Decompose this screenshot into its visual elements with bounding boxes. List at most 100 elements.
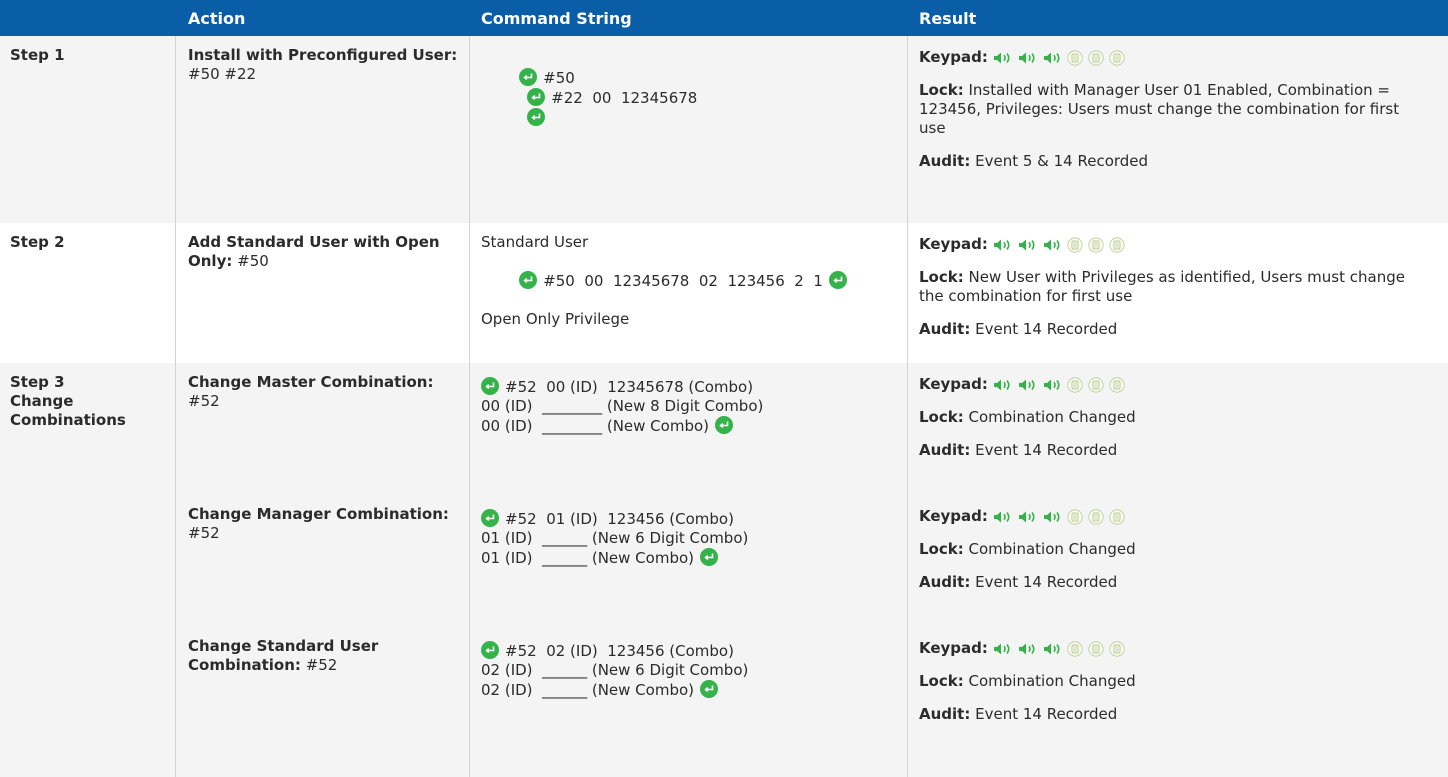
command-line: #52 02 (ID) 123456 (Combo) bbox=[505, 642, 734, 660]
sub-command: #52 02 (ID) 123456 (Combo) 02 (ID) _____… bbox=[481, 641, 907, 700]
command-cell: #52 00 (ID) 12345678 (Combo) 00 (ID) ___… bbox=[470, 363, 908, 777]
action-cell: Add Standard User with Open Only: #50 bbox=[176, 223, 470, 363]
audit-label: Audit: bbox=[919, 441, 971, 459]
sub-action: Change Manager Combination: #52 bbox=[188, 505, 469, 637]
enter-key-icon bbox=[481, 377, 499, 395]
command-line: 02 (ID) ______ (New 6 Digit Combo) bbox=[481, 661, 749, 679]
command-note: Open Only Privilege bbox=[481, 310, 630, 328]
lock-label: Lock: bbox=[919, 672, 964, 690]
speaker-beep-icon bbox=[1042, 510, 1064, 524]
enter-key-icon bbox=[481, 641, 499, 659]
step-label: Step 2 bbox=[0, 223, 176, 363]
keypad-label: Keypad: bbox=[919, 639, 988, 657]
command-line: 02 (ID) ______ (New Combo) bbox=[481, 681, 694, 699]
keypad-result: Keypad: bbox=[919, 48, 1408, 67]
command-line: 01 (ID) ______ (New 6 Digit Combo) bbox=[481, 529, 749, 547]
audit-label: Audit: bbox=[919, 573, 971, 591]
speaker-beep-icon bbox=[1017, 510, 1039, 524]
keypad-result: Keypad: bbox=[919, 639, 1408, 658]
command-line: #50 00 12345678 02 123456 2 1 bbox=[543, 272, 823, 290]
command-segment: #50 bbox=[543, 69, 575, 87]
lock-result: Lock: Combination Changed bbox=[919, 672, 1408, 691]
enter-key-icon bbox=[519, 271, 537, 289]
speaker-beep-icon bbox=[992, 51, 1014, 65]
keypad-label: Keypad: bbox=[919, 375, 988, 393]
lock-text: New User with Privileges as identified, … bbox=[919, 268, 1405, 305]
audit-label: Audit: bbox=[919, 152, 971, 170]
keypad-light-icon bbox=[1109, 641, 1125, 657]
keypad-light-icon bbox=[1067, 237, 1083, 253]
action-title: Change Standard User Combination: bbox=[188, 637, 379, 674]
header-action: Action bbox=[188, 8, 246, 28]
command-line: 00 (ID) ________ (New Combo) bbox=[481, 417, 709, 435]
audit-result: Audit: Event 14 Recorded bbox=[919, 705, 1408, 724]
lock-result: Lock: New User with Privileges as identi… bbox=[919, 268, 1408, 306]
audit-result: Audit: Event 14 Recorded bbox=[919, 573, 1408, 592]
sub-command: #52 00 (ID) 12345678 (Combo) 00 (ID) ___… bbox=[481, 377, 907, 509]
speaker-beep-icon bbox=[992, 642, 1014, 656]
keypad-light-icon bbox=[1088, 509, 1104, 525]
table-row-step-2: Step 2 Add Standard User with Open Only:… bbox=[0, 223, 1448, 363]
header-result: Result bbox=[919, 8, 977, 28]
enter-key-icon bbox=[829, 271, 847, 289]
keypad-light-icon bbox=[1088, 377, 1104, 393]
keypad-light-icon bbox=[1067, 509, 1083, 525]
command-cell: #50 #22 00 12345678 bbox=[470, 36, 908, 223]
table-row-step-1: Step 1 Install with Preconfigured User: … bbox=[0, 36, 1448, 223]
enter-key-icon bbox=[519, 68, 537, 86]
action-title: Change Manager Combination: bbox=[188, 505, 449, 523]
audit-text: Event 14 Recorded bbox=[970, 441, 1118, 459]
speaker-beep-icon bbox=[992, 510, 1014, 524]
keypad-label: Keypad: bbox=[919, 48, 988, 66]
keypad-light-icon bbox=[1109, 237, 1125, 253]
table-header: Action Command String Result bbox=[0, 0, 1448, 36]
speaker-beep-icon bbox=[992, 238, 1014, 252]
audit-label: Audit: bbox=[919, 705, 971, 723]
audit-text: Event 14 Recorded bbox=[970, 320, 1118, 338]
lock-text: Combination Changed bbox=[963, 540, 1136, 558]
audit-result: Audit: Event 5 & 14 Recorded bbox=[919, 152, 1408, 171]
audit-text: Event 5 & 14 Recorded bbox=[970, 152, 1149, 170]
lock-label: Lock: bbox=[919, 408, 964, 426]
audit-text: Event 14 Recorded bbox=[970, 705, 1118, 723]
enter-key-icon bbox=[481, 509, 499, 527]
sub-command: #52 01 (ID) 123456 (Combo) 01 (ID) _____… bbox=[481, 509, 907, 641]
audit-label: Audit: bbox=[919, 320, 971, 338]
keypad-light-icon bbox=[1067, 641, 1083, 657]
command-line: #52 00 (ID) 12345678 (Combo) bbox=[505, 378, 754, 396]
lock-result: Lock: Combination Changed bbox=[919, 408, 1408, 427]
action-code: #50 #22 bbox=[188, 65, 257, 83]
command-line: 00 (ID) ________ (New 8 Digit Combo) bbox=[481, 397, 764, 415]
keypad-light-icon bbox=[1067, 377, 1083, 393]
keypad-result: Keypad: bbox=[919, 235, 1408, 254]
audit-result: Audit: Event 14 Recorded bbox=[919, 320, 1408, 339]
sub-action: Change Master Combination: #52 bbox=[188, 373, 469, 505]
result-cell: Keypad: Lock: Combination Changed Audit:… bbox=[908, 363, 1448, 777]
header-step-cell bbox=[0, 0, 176, 36]
action-code: #52 bbox=[300, 656, 338, 674]
result-cell: Keypad: Lock: New User with Privileges a… bbox=[908, 223, 1448, 363]
keypad-light-icon bbox=[1088, 50, 1104, 66]
keypad-label: Keypad: bbox=[919, 507, 988, 525]
speaker-beep-icon bbox=[1017, 51, 1039, 65]
sub-result: Keypad: Lock: Combination Changed Audit:… bbox=[919, 507, 1408, 639]
enter-key-icon bbox=[527, 108, 545, 126]
lock-label: Lock: bbox=[919, 81, 964, 99]
keypad-light-icon bbox=[1109, 50, 1125, 66]
keypad-light-icon bbox=[1067, 50, 1083, 66]
speaker-beep-icon bbox=[992, 378, 1014, 392]
enter-key-icon bbox=[527, 88, 545, 106]
action-title: Install with Preconfigured User: bbox=[188, 46, 458, 64]
enter-key-icon bbox=[700, 680, 718, 698]
step-title: Change Combinations bbox=[10, 392, 126, 429]
command-segment: #22 00 12345678 bbox=[551, 89, 698, 107]
keypad-result: Keypad: bbox=[919, 375, 1408, 394]
lock-result: Lock: Installed with Manager User 01 Ena… bbox=[919, 81, 1408, 138]
command-line: #52 01 (ID) 123456 (Combo) bbox=[505, 510, 734, 528]
action-title: Change Master Combination: bbox=[188, 373, 434, 391]
action-title: Add Standard User with Open Only: bbox=[188, 233, 440, 270]
keypad-light-icon bbox=[1088, 237, 1104, 253]
table-row-step-3: Step 3 Change Combinations Change Master… bbox=[0, 363, 1448, 777]
sub-result: Keypad: Lock: Combination Changed Audit:… bbox=[919, 375, 1408, 507]
action-code: #50 bbox=[232, 252, 269, 270]
